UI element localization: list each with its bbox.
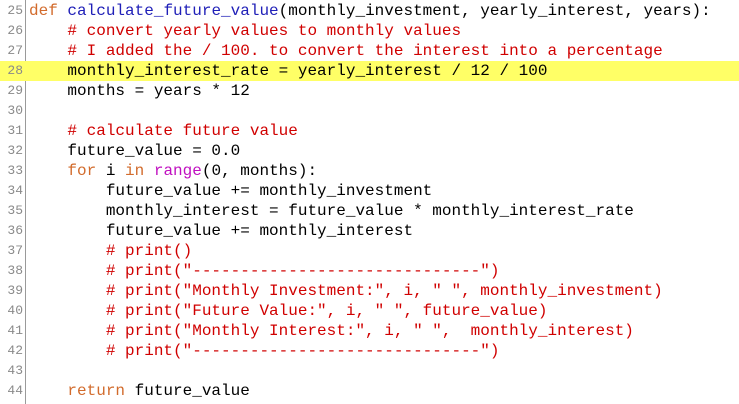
code-line[interactable]: 36 future_value += monthly_interest [0, 221, 739, 241]
code-text: monthly_interest_rate = yearly_interest … [29, 61, 547, 81]
line-number: 44 [7, 383, 23, 398]
code-text: future_value += monthly_investment [29, 181, 432, 201]
comment-token: # calculate future value [67, 122, 298, 140]
line-number: 31 [7, 123, 23, 138]
comment-token: # print("------------------------------"… [105, 342, 500, 360]
code-line[interactable]: 25 def calculate_future_value(monthly_inv… [0, 1, 739, 21]
code-text: # print("Monthly Investment:", i, " ", m… [29, 281, 663, 301]
code-text: future_value += monthly_interest [29, 221, 413, 241]
keyword-token: return [67, 382, 126, 400]
code-line[interactable]: 39 # print("Monthly Investment:", i, " "… [0, 281, 739, 301]
line-number: 39 [7, 283, 23, 298]
line-number: 28 [7, 63, 23, 78]
keyword-token: for [67, 162, 97, 180]
code-line[interactable]: 27 # I added the / 100. to convert the i… [0, 41, 739, 61]
code-text: # print("Monthly Interest:", i, " ", mon… [29, 321, 634, 341]
line-number: 25 [7, 3, 23, 18]
comment-token: # print("Future Value:", i, " ", future_… [105, 302, 548, 320]
keyword-token: in [125, 162, 145, 180]
code-line[interactable]: 33 for i in range(0, months): [0, 161, 739, 181]
code-token: i [96, 162, 126, 180]
code-text: # calculate future value [29, 121, 298, 141]
code-line[interactable]: 41 # print("Monthly Interest:", i, " ", … [0, 321, 739, 341]
code-token: future_value = 0.0 [29, 142, 241, 160]
comment-token: # print() [105, 242, 193, 260]
code-token: future_value += monthly_interest [29, 222, 414, 240]
comment-token: # print("Monthly Interest:", i, " ", mon… [105, 322, 634, 340]
code-line[interactable]: 31 # calculate future value [0, 121, 739, 141]
line-number: 37 [7, 243, 23, 258]
code-token: months = years * 12 [29, 82, 250, 100]
code-line[interactable]: 43 [0, 361, 739, 381]
code-token: (0, months): [201, 162, 318, 180]
line-number: 27 [7, 43, 23, 58]
code-line[interactable]: 37 # print() [0, 241, 739, 261]
code-line[interactable]: 42 # print("----------------------------… [0, 341, 739, 361]
code-token: (monthly_investment, yearly_interest, ye… [278, 2, 711, 20]
code-line[interactable]: 32 future_value = 0.0 [0, 141, 739, 161]
code-token: future_value += monthly_investment [29, 182, 433, 200]
code-text: # convert yearly values to monthly value… [29, 21, 461, 41]
code-line[interactable]: 29 months = years * 12 [0, 81, 739, 101]
code-text: monthly_interest = future_value * monthl… [29, 201, 634, 221]
line-number: 34 [7, 183, 23, 198]
line-number: 33 [7, 163, 23, 178]
code-line[interactable]: 44 return future_value [0, 381, 739, 401]
line-number: 30 [7, 103, 23, 118]
function-name-token: calculate_future_value [67, 2, 279, 20]
code-line[interactable]: 38 # print("----------------------------… [0, 261, 739, 281]
code-token: future_value [125, 382, 250, 400]
code-token: monthly_interest = future_value * monthl… [29, 202, 634, 220]
line-number: 43 [7, 363, 23, 378]
line-number: 35 [7, 203, 23, 218]
code-text: # I added the / 100. to convert the inte… [29, 41, 663, 61]
code-text: months = years * 12 [29, 81, 250, 101]
line-number: 29 [7, 83, 23, 98]
code-line[interactable]: 35 monthly_interest = future_value * mon… [0, 201, 739, 221]
code-text: # print("------------------------------"… [29, 341, 500, 361]
code-line[interactable]: 28 monthly_interest_rate = yearly_intere… [0, 61, 739, 81]
keyword-token: def [29, 2, 58, 20]
code-editor[interactable]: 25 def calculate_future_value(monthly_inv… [0, 0, 739, 404]
code-line[interactable]: 34 future_value += monthly_investment [0, 181, 739, 201]
code-line[interactable]: 26 # convert yearly values to monthly va… [0, 21, 739, 41]
line-number: 32 [7, 143, 23, 158]
line-number: 38 [7, 263, 23, 278]
code-line[interactable]: 40 # print("Future Value:", i, " ", futu… [0, 301, 739, 321]
line-number: 26 [7, 23, 23, 38]
code-text: # print("Future Value:", i, " ", future_… [29, 301, 548, 321]
code-text: def calculate_future_value(monthly_inves… [29, 1, 711, 21]
code-text: return future_value [29, 381, 250, 401]
code-text: # print() [29, 241, 192, 261]
line-number: 40 [7, 303, 23, 318]
line-number: 42 [7, 343, 23, 358]
code-line[interactable]: 30 [0, 101, 739, 121]
comment-token: # I added the / 100. to convert the inte… [67, 42, 663, 60]
builtin-token: range [153, 162, 202, 180]
code-token: monthly_interest_rate = yearly_interest … [29, 62, 548, 80]
comment-token: # print("Monthly Investment:", i, " ", m… [105, 282, 663, 300]
code-text: # print("------------------------------"… [29, 261, 500, 281]
comment-token: # convert yearly values to monthly value… [67, 22, 462, 40]
code-text: future_value = 0.0 [29, 141, 240, 161]
code-text: for i in range(0, months): [29, 161, 317, 181]
line-number: 36 [7, 223, 23, 238]
line-number: 41 [7, 323, 23, 338]
comment-token: # print("------------------------------"… [105, 262, 500, 280]
